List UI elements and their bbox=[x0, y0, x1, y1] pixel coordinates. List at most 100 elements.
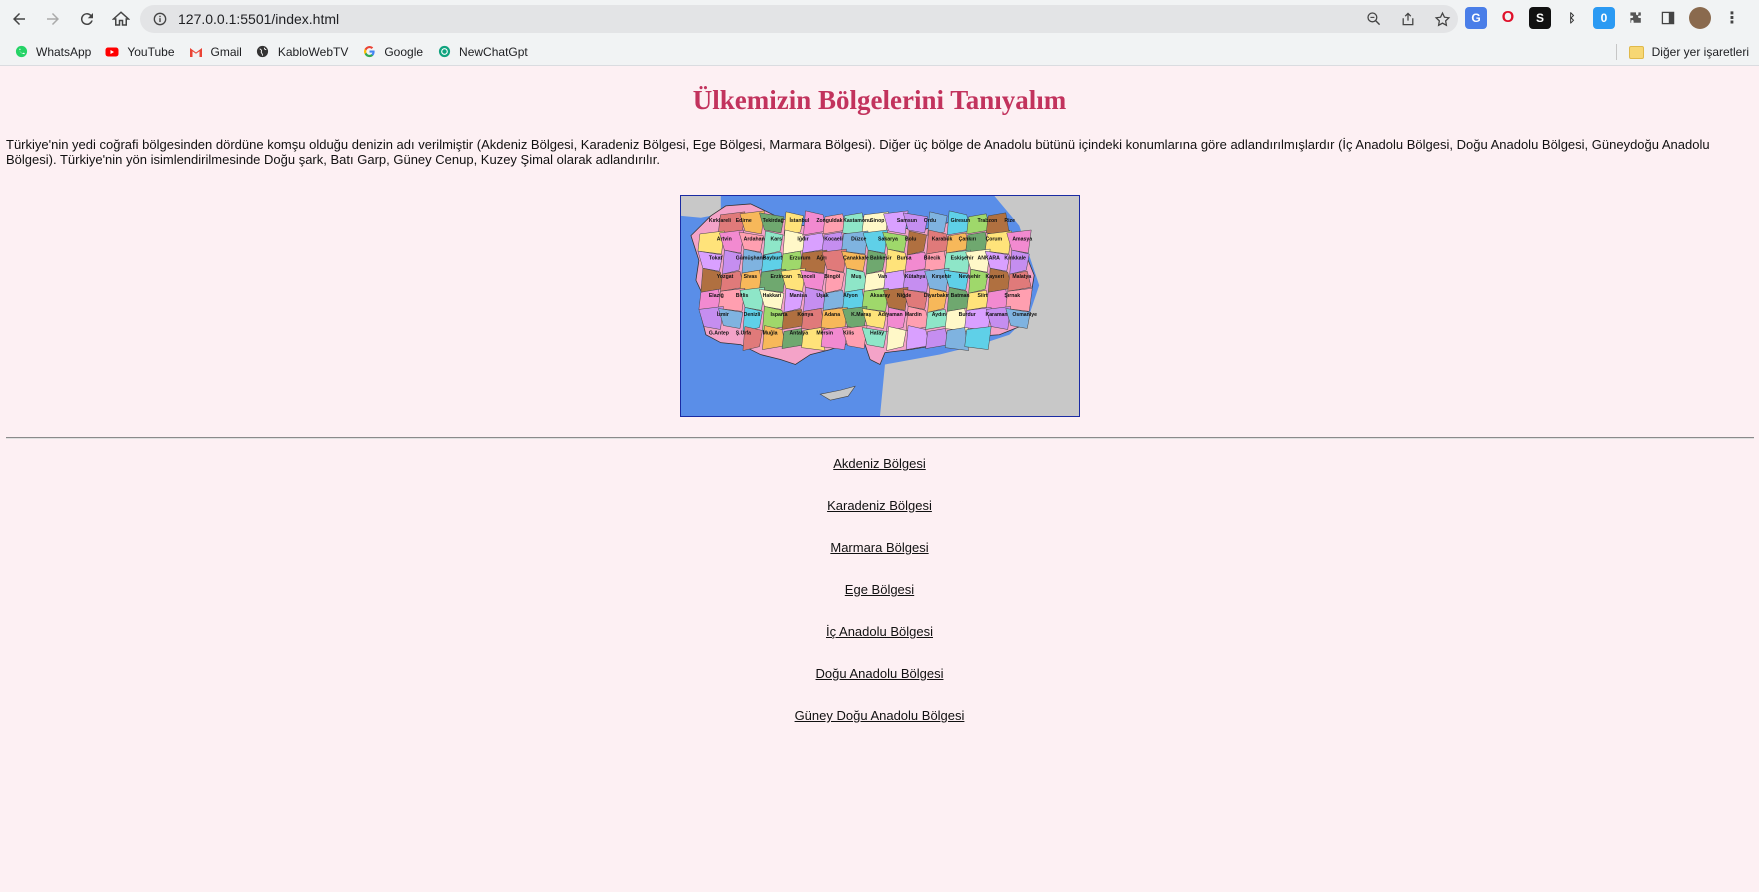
province-label: Kırıkkale bbox=[1004, 255, 1026, 261]
site-info-icon[interactable] bbox=[152, 11, 168, 27]
province-label: Karabük bbox=[932, 237, 953, 243]
province-label: Tunceli bbox=[797, 274, 815, 280]
bookmark-gmail[interactable]: Gmail bbox=[189, 45, 242, 59]
link-marmara-bolgesi[interactable]: Marmara Bölgesi bbox=[0, 540, 1759, 582]
other-bookmarks[interactable]: Diğer yer işaretleri bbox=[1615, 44, 1749, 60]
province-label: Hatay bbox=[870, 331, 884, 337]
province-label: Kayseri bbox=[985, 274, 1004, 280]
province-label: Kocaeli bbox=[824, 237, 843, 243]
province-label: K.Maraş bbox=[851, 312, 871, 318]
other-bookmarks-label: Diğer yer işaretleri bbox=[1651, 45, 1749, 59]
province-label: Kastamonu bbox=[843, 218, 871, 224]
province-label: Antalya bbox=[789, 331, 808, 337]
zoom-icon[interactable] bbox=[1364, 9, 1384, 29]
province-label: Elazığ bbox=[709, 293, 724, 299]
share-icon[interactable] bbox=[1398, 9, 1418, 29]
province-label: Şırnak bbox=[1004, 293, 1020, 299]
province-label: Kırklareli bbox=[709, 218, 732, 224]
bookmark-google[interactable]: Google bbox=[362, 45, 423, 59]
province-label: Tokat bbox=[709, 255, 723, 261]
page-content: Ülkemizin Bölgelerini Tanıyalım Türkiye'… bbox=[0, 67, 1759, 892]
horizontal-divider bbox=[6, 437, 1754, 439]
province-label: Kırşehir bbox=[932, 274, 952, 280]
bookmark-kablowebtv[interactable]: KabloWebTV bbox=[256, 45, 348, 59]
province-label: İzmir bbox=[717, 311, 729, 318]
link-guney-dogu-anadolu-bolgesi[interactable]: Güney Doğu Anadolu Bölgesi bbox=[0, 708, 1759, 750]
intro-paragraph: Türkiye'nin yedi coğrafi bölgesinden dör… bbox=[6, 137, 1710, 167]
province-label: Nevşehir bbox=[959, 274, 981, 280]
s-extension-icon[interactable]: S bbox=[1529, 7, 1551, 29]
bookmark-newchatgpt[interactable]: NewChatGpt bbox=[437, 45, 528, 59]
bookmark-label: Google bbox=[384, 44, 424, 59]
province-label: Gümüşhane bbox=[736, 255, 766, 261]
url-text[interactable]: 127.0.0.1:5501/index.html bbox=[178, 11, 339, 27]
bookmark-label: WhatsApp bbox=[36, 44, 92, 59]
bookmark-youtube[interactable]: YouTube bbox=[105, 44, 175, 59]
province-label: Düzce bbox=[851, 237, 866, 243]
province-label: Sakarya bbox=[878, 237, 898, 243]
turkey-map-image: Kırklareli Edirne Tekirdağ İstanbul Zongulda… bbox=[680, 195, 1080, 417]
province-label: Ardahan bbox=[744, 237, 765, 243]
province-label: Afyon bbox=[843, 293, 858, 299]
province-label: Osmaniye bbox=[1012, 312, 1037, 318]
province-label: Tekirdağ bbox=[763, 218, 784, 224]
province-label: Sivas bbox=[744, 274, 758, 280]
region-links-list: Akdeniz Bölgesi Karadeniz Bölgesi Marmar… bbox=[0, 456, 1759, 750]
bookmark-whatsapp[interactable]: WhatsApp bbox=[14, 45, 91, 59]
forward-arrow-icon[interactable] bbox=[38, 4, 68, 34]
province-label: Muş bbox=[851, 274, 861, 280]
counter-extension-icon[interactable]: 0 bbox=[1593, 7, 1615, 29]
bookmark-label: Gmail bbox=[210, 44, 242, 59]
province-label: Artvin bbox=[717, 237, 732, 243]
bluetooth-extension-icon[interactable]: ᛒ bbox=[1561, 7, 1583, 29]
reload-icon[interactable] bbox=[72, 4, 102, 34]
province-label: Samsun bbox=[897, 218, 917, 224]
opera-extension-icon[interactable]: O bbox=[1497, 7, 1519, 29]
link-dogu-anadolu-bolgesi[interactable]: Doğu Anadolu Bölgesi bbox=[0, 666, 1759, 708]
bookmark-star-icon[interactable] bbox=[1432, 9, 1452, 29]
province-label: Van bbox=[878, 274, 887, 280]
link-karadeniz-bolgesi[interactable]: Karadeniz Bölgesi bbox=[0, 498, 1759, 540]
more-menu-icon[interactable]: ⋮ bbox=[1721, 7, 1743, 29]
link-ic-anadolu-bolgesi[interactable]: İç Anadolu Bölgesi bbox=[0, 624, 1759, 666]
province-label: Malatya bbox=[1012, 274, 1031, 280]
back-arrow-icon[interactable] bbox=[4, 4, 34, 34]
province-label: Manisa bbox=[789, 293, 807, 299]
province-label: Edirne bbox=[736, 218, 752, 224]
bookmark-label: YouTube bbox=[127, 44, 175, 59]
province-label: Ordu bbox=[924, 218, 936, 224]
province-label: Çorum bbox=[985, 237, 1002, 243]
puzzle-extensions-icon[interactable] bbox=[1625, 7, 1647, 29]
province-label: Erzurum bbox=[789, 255, 810, 261]
province-label: Denizli bbox=[744, 312, 761, 318]
province-label: Ş.Urfa bbox=[736, 331, 751, 337]
link-akdeniz-bolgesi[interactable]: Akdeniz Bölgesi bbox=[0, 456, 1759, 498]
profile-avatar[interactable] bbox=[1689, 7, 1711, 29]
link-ege-bolgesi[interactable]: Ege Bölgesi bbox=[0, 582, 1759, 624]
province-label: İstanbul bbox=[789, 217, 809, 224]
province-label: Kars bbox=[771, 237, 783, 243]
province-label: Mardin bbox=[905, 312, 922, 318]
province-label: Burdur bbox=[959, 312, 976, 318]
globe-icon bbox=[256, 45, 270, 59]
province-label: Aydın bbox=[932, 312, 946, 318]
province-label: Bayburt bbox=[763, 255, 783, 261]
bookmark-label: NewChatGpt bbox=[459, 44, 528, 59]
province-label: Diyarbakır bbox=[924, 293, 949, 299]
province-label: Bursa bbox=[897, 255, 912, 261]
province-label: Bilecik bbox=[924, 255, 941, 261]
province-label: Eskişehir bbox=[951, 255, 974, 261]
province-label: Hakkari bbox=[763, 293, 782, 299]
province-label: Adana bbox=[824, 312, 840, 318]
translate-extension-icon[interactable]: G bbox=[1465, 7, 1487, 29]
address-bar[interactable]: 127.0.0.1:5501/index.html bbox=[140, 5, 1458, 33]
province-label: Konya bbox=[797, 312, 813, 318]
province-patch bbox=[964, 326, 992, 350]
province-label: Adıyaman bbox=[878, 312, 903, 318]
province-label: Giresun bbox=[951, 218, 971, 224]
province-label: Kütahya bbox=[905, 274, 926, 280]
province-label: Uşak bbox=[816, 293, 828, 299]
youtube-icon bbox=[105, 45, 119, 59]
side-panel-icon[interactable] bbox=[1657, 7, 1679, 29]
home-icon[interactable] bbox=[106, 4, 136, 34]
